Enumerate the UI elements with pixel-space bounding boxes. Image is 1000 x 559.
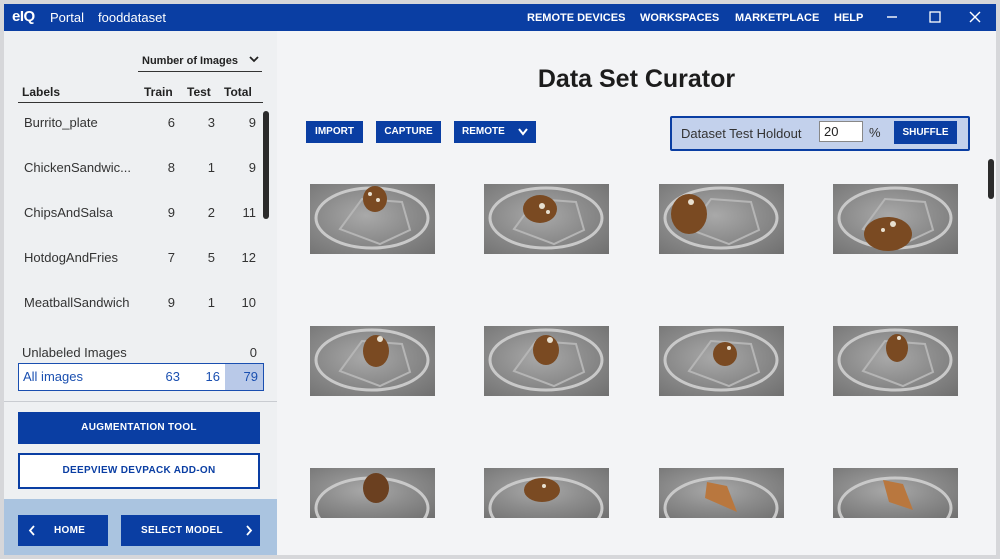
nav-marketplace[interactable]: MARKETPLACE xyxy=(735,12,819,24)
all-images-train-count: 63 xyxy=(165,369,180,384)
label-row[interactable]: HotdogAndFries 7 5 12 xyxy=(4,246,264,270)
image-thumbnail[interactable] xyxy=(484,184,609,254)
label-total-count: 10 xyxy=(241,295,256,310)
capture-button[interactable]: CAPTURE xyxy=(376,121,441,143)
label-name: Burrito_plate xyxy=(24,115,98,130)
title-bar: eIQ Portal fooddataset REMOTE DEVICES WO… xyxy=(4,4,996,31)
image-thumbnail[interactable] xyxy=(484,326,609,396)
shuffle-button[interactable]: SHUFFLE xyxy=(894,121,957,144)
remote-button-label: REMOTE xyxy=(462,126,505,137)
home-button-label: HOME xyxy=(54,525,86,536)
image-grid-scrollbar[interactable] xyxy=(988,159,994,199)
label-train-count: 9 xyxy=(167,205,175,220)
label-total-count: 12 xyxy=(241,250,256,265)
label-test-count: 3 xyxy=(207,115,215,130)
portal-link[interactable]: Portal xyxy=(50,10,84,25)
all-images-label: All images xyxy=(23,369,83,384)
label-train-count: 9 xyxy=(167,295,175,310)
image-thumbnail[interactable] xyxy=(659,468,784,518)
label-total-count: 11 xyxy=(242,205,257,220)
image-thumbnail[interactable] xyxy=(310,326,435,396)
nav-remote-devices[interactable]: REMOTE DEVICES xyxy=(527,12,625,24)
import-button[interactable]: IMPORT xyxy=(306,121,363,143)
app-window: eIQ Portal fooddataset REMOTE DEVICES WO… xyxy=(4,4,996,555)
image-thumbnail[interactable] xyxy=(833,468,958,518)
unlabeled-images-label: Unlabeled Images xyxy=(22,345,127,360)
test-column-header: Test xyxy=(187,85,211,99)
image-thumbnail[interactable] xyxy=(833,184,958,254)
sidebar-divider xyxy=(4,401,277,402)
label-test-count: 5 xyxy=(207,250,215,265)
metric-dropdown[interactable]: Number of Images xyxy=(138,51,262,72)
image-thumbnail[interactable] xyxy=(310,184,435,254)
image-thumbnail[interactable] xyxy=(833,326,958,396)
chevron-right-icon xyxy=(244,515,254,555)
image-thumbnail[interactable] xyxy=(659,326,784,396)
holdout-input[interactable] xyxy=(819,121,863,142)
label-test-count: 1 xyxy=(207,295,215,310)
chevron-down-icon xyxy=(516,121,530,152)
image-thumbnail[interactable] xyxy=(659,184,784,254)
remote-button[interactable]: REMOTE xyxy=(454,121,536,143)
train-column-header: Train xyxy=(144,85,173,99)
label-test-count: 1 xyxy=(207,160,215,175)
dataset-name: fooddataset xyxy=(98,10,166,25)
label-name: MeatballSandwich xyxy=(24,295,130,310)
label-total-count: 9 xyxy=(248,115,256,130)
label-name: ChipsAndSalsa xyxy=(24,205,113,220)
main-content: Data Set Curator IMPORT CAPTURE REMOTE D… xyxy=(277,31,996,555)
label-total-count: 9 xyxy=(248,160,256,175)
label-test-count: 2 xyxy=(207,205,215,220)
unlabeled-total-count: 0 xyxy=(249,345,257,360)
label-row[interactable]: ChipsAndSalsa 9 2 11 xyxy=(4,201,264,225)
image-thumbnail[interactable] xyxy=(310,468,435,518)
label-train-count: 8 xyxy=(167,160,175,175)
eiq-logo: eIQ xyxy=(12,8,35,25)
image-thumbnail[interactable] xyxy=(484,468,609,518)
holdout-percent-sign: % xyxy=(869,125,881,140)
page-title: Data Set Curator xyxy=(537,65,736,93)
chevron-left-icon xyxy=(27,515,37,555)
label-name: ChickenSandwic... xyxy=(24,160,131,175)
sidebar-footer: HOME SELECT MODEL xyxy=(4,499,277,555)
deepview-devpack-button[interactable]: DEEPVIEW DEVPACK ADD-ON xyxy=(18,453,260,489)
select-model-label: SELECT MODEL xyxy=(141,525,223,536)
holdout-label: Dataset Test Holdout xyxy=(681,126,802,141)
nav-help[interactable]: HELP xyxy=(834,12,863,24)
label-list-scrollbar[interactable] xyxy=(263,111,269,219)
label-row[interactable]: MeatballSandwich 9 1 10 xyxy=(4,291,264,315)
all-images-row[interactable]: All images 63 16 79 xyxy=(18,363,264,391)
label-train-count: 7 xyxy=(167,250,175,265)
close-icon[interactable] xyxy=(964,7,986,27)
nav-workspaces[interactable]: WORKSPACES xyxy=(640,12,719,24)
label-row[interactable]: Burrito_plate 6 3 9 xyxy=(4,111,264,135)
home-button[interactable]: HOME xyxy=(18,515,108,546)
sidebar: Number of Images Labels Train Test Total… xyxy=(4,31,277,555)
label-row[interactable]: ChickenSandwic... 8 1 9 xyxy=(4,156,264,180)
header-divider xyxy=(18,102,263,103)
labels-column-header: Labels xyxy=(22,85,61,99)
label-train-count: 6 xyxy=(167,115,175,130)
test-holdout-panel: Dataset Test Holdout % SHUFFLE xyxy=(670,116,970,151)
maximize-icon[interactable] xyxy=(924,7,946,27)
total-column-header: Total xyxy=(224,85,252,99)
chevron-down-icon xyxy=(248,53,260,65)
label-name: HotdogAndFries xyxy=(24,250,118,265)
minimize-icon[interactable] xyxy=(881,7,903,27)
unlabeled-images-row[interactable]: Unlabeled Images 0 xyxy=(4,343,274,363)
augmentation-tool-button[interactable]: AUGMENTATION TOOL xyxy=(18,412,260,444)
all-images-test-count: 16 xyxy=(205,369,220,384)
select-model-button[interactable]: SELECT MODEL xyxy=(121,515,260,546)
metric-dropdown-value: Number of Images xyxy=(142,55,238,67)
all-images-total-count: 79 xyxy=(243,369,258,384)
